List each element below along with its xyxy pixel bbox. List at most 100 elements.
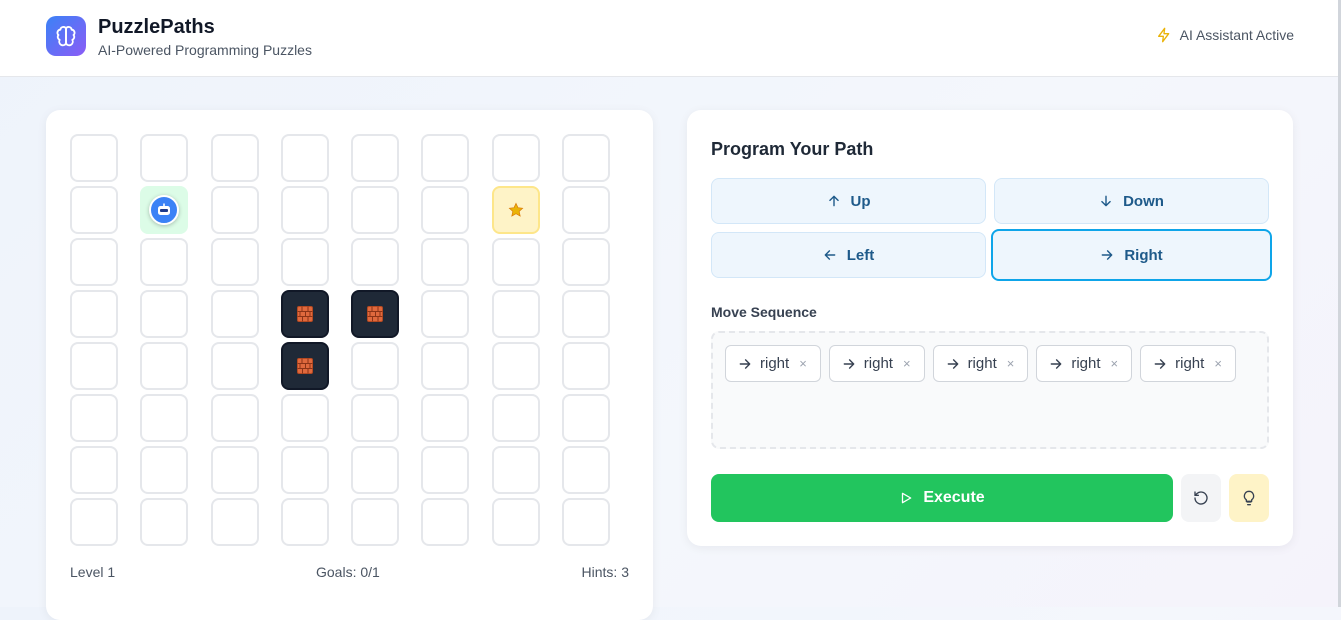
app-logo — [46, 16, 86, 56]
move-chip-label: right — [967, 355, 997, 372]
grid-cell — [562, 186, 611, 234]
puzzle-board-card: Level 1 Goals: 0/1 Hints: 3 — [46, 110, 653, 620]
arrow-right-icon — [1050, 358, 1062, 369]
grid-cell — [562, 134, 611, 182]
grid-cell — [140, 498, 189, 546]
grid-cell — [421, 498, 470, 546]
grid-cell — [280, 446, 329, 494]
grid-cell — [140, 238, 189, 286]
remove-move-button[interactable]: × — [1214, 356, 1222, 371]
grid-cell — [491, 290, 540, 338]
grid-cell — [70, 238, 118, 286]
grid-cell — [491, 498, 540, 546]
grid-cell — [140, 342, 189, 390]
puzzle-grid — [70, 134, 611, 546]
grid-cell — [280, 394, 329, 442]
grid-cell — [491, 134, 540, 182]
grid-cell — [210, 394, 259, 442]
grid-cell — [491, 342, 540, 390]
app-title: PuzzlePaths — [98, 16, 215, 38]
move-chip-label: right — [760, 355, 790, 372]
grid-cell-player — [140, 186, 189, 234]
grid-cell — [210, 446, 259, 494]
hints-counter: Hints: 3 — [581, 564, 629, 580]
up-button-label: Up — [850, 192, 871, 210]
execute-button[interactable]: Execute — [711, 474, 1173, 522]
grid-cell — [562, 290, 611, 338]
down-button-label: Down — [1123, 192, 1164, 210]
arrow-right-icon — [739, 358, 751, 369]
move-chip[interactable]: right × — [725, 345, 821, 382]
brick-icon — [296, 358, 313, 374]
move-sequence-label: Move Sequence — [711, 304, 817, 320]
move-chip[interactable]: right × — [1140, 345, 1236, 382]
play-icon — [902, 492, 912, 504]
grid-cell — [351, 134, 400, 182]
grid-cell — [562, 342, 611, 390]
grid-cell-wall — [280, 290, 329, 338]
move-chip-label: right — [1175, 355, 1205, 372]
star-icon — [508, 202, 524, 217]
grid-cell — [351, 186, 400, 234]
grid-cell — [210, 238, 259, 286]
arrow-left-icon — [824, 250, 836, 260]
grid-cell — [421, 134, 470, 182]
remove-move-button[interactable]: × — [903, 356, 911, 371]
ai-status-text: AI Assistant Active — [1179, 27, 1294, 43]
move-sequence-box[interactable]: right × right × right × right × right × — [711, 331, 1269, 449]
grid-cell — [562, 238, 611, 286]
grid-cell — [140, 394, 189, 442]
brain-icon — [56, 26, 76, 47]
up-button[interactable]: Up — [711, 178, 986, 224]
remove-move-button[interactable]: × — [1111, 356, 1119, 371]
grid-cell — [210, 186, 259, 234]
grid-cell — [210, 342, 259, 390]
remove-move-button[interactable]: × — [799, 356, 807, 371]
hint-button[interactable] — [1229, 474, 1269, 522]
grid-cell — [421, 342, 470, 390]
move-chip[interactable]: right × — [828, 345, 925, 382]
grid-cell — [421, 186, 470, 234]
grid-cell — [562, 498, 611, 546]
grid-cell — [70, 394, 118, 442]
grid-cell — [70, 134, 118, 182]
grid-cell — [351, 342, 400, 390]
down-button[interactable]: Down — [994, 178, 1269, 224]
grid-cell — [140, 134, 189, 182]
move-chip-label: right — [1071, 355, 1101, 372]
grid-cell — [210, 290, 259, 338]
program-title: Program Your Path — [711, 139, 874, 159]
grid-cell — [491, 446, 540, 494]
board-footer: Level 1 Goals: 0/1 Hints: 3 — [70, 564, 629, 582]
grid-cell — [421, 394, 470, 442]
grid-cell — [491, 394, 540, 442]
grid-cell — [70, 446, 118, 494]
grid-cell — [351, 394, 400, 442]
grid-cell — [562, 394, 611, 442]
grid-cell — [280, 498, 329, 546]
grid-cell — [351, 498, 400, 546]
grid-cell — [70, 186, 118, 234]
right-button-label: Right — [1124, 246, 1163, 264]
arrow-up-icon — [828, 195, 839, 207]
reset-button[interactable] — [1181, 474, 1221, 522]
right-button[interactable]: Right — [991, 229, 1272, 281]
level-indicator: Level 1 — [70, 564, 116, 580]
move-chip[interactable]: right × — [932, 345, 1029, 382]
brick-icon — [367, 306, 384, 322]
grid-cell-wall — [351, 290, 400, 338]
remove-move-button[interactable]: × — [1007, 356, 1015, 371]
arrow-right-icon — [947, 358, 958, 369]
grid-cell — [280, 134, 329, 182]
grid-cell — [70, 290, 118, 338]
program-panel: Program Your Path Up Down Left Right Mov… — [687, 110, 1293, 546]
grid-cell — [421, 238, 470, 286]
grid-cell — [140, 446, 189, 494]
goals-counter: Goals: 0/1 — [316, 564, 380, 580]
grid-cell — [70, 342, 118, 390]
left-button[interactable]: Left — [711, 232, 986, 278]
reset-icon — [1194, 491, 1208, 505]
grid-cell — [280, 186, 329, 234]
move-chip[interactable]: right × — [1036, 345, 1133, 382]
ai-status: AI Assistant Active — [1156, 27, 1294, 43]
